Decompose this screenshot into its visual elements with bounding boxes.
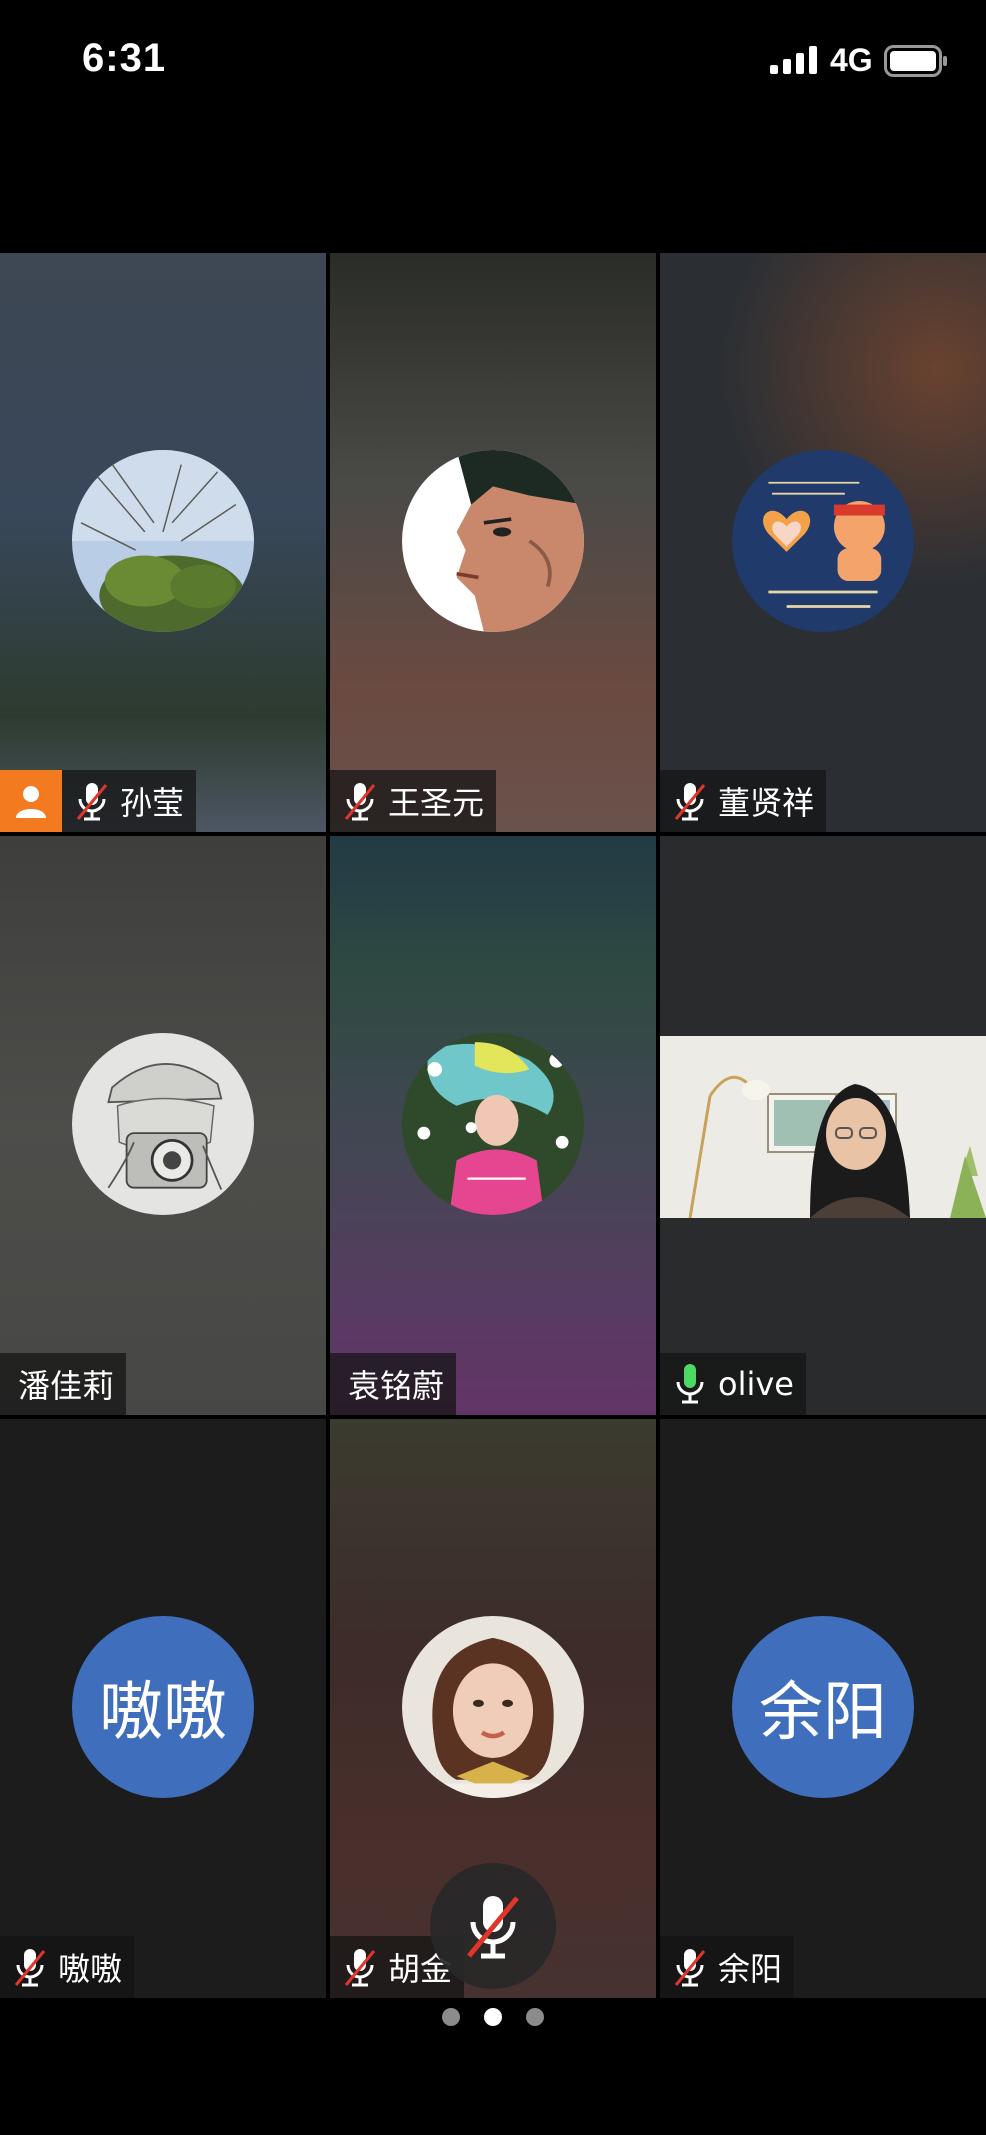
participant-tile[interactable]: 董贤祥	[660, 253, 986, 832]
participant-tile[interactable]: 余阳 余阳	[660, 1419, 986, 1998]
name-tag: 董贤祥	[660, 770, 827, 832]
mic-muted-icon	[340, 779, 380, 823]
name-tag: olive	[660, 1353, 806, 1415]
tree-photo-avatar	[72, 450, 254, 632]
host-badge-icon	[0, 770, 62, 832]
signal-strength-icon	[770, 46, 817, 74]
page-dot[interactable]	[442, 2008, 460, 2026]
girl-photo-avatar	[402, 1616, 584, 1798]
participant-name: 孙莹	[120, 784, 185, 822]
participant-name: 余阳	[718, 1950, 783, 1988]
flower-girl-avatar	[402, 1033, 584, 1215]
participant-grid: 孙莹 王圣元 董贤祥 潘佳莉 袁铭蔚 olive 嗷嗷 嗷嗷 胡金 余阳 余阳	[0, 253, 986, 1998]
clock: 6:31	[82, 36, 167, 80]
participant-name: 袁铭蔚	[348, 1367, 445, 1405]
network-type: 4G	[830, 42, 873, 78]
mic-muted-icon	[670, 779, 710, 823]
sketch-camera-avatar	[72, 1033, 254, 1215]
page-dot[interactable]	[526, 2008, 544, 2026]
name-tag: 孙莹	[0, 770, 197, 832]
name-tag: 王圣元	[330, 770, 497, 832]
mic-muted-icon	[340, 1945, 380, 1989]
participant-tile[interactable]: 王圣元	[330, 253, 656, 832]
initials-avatar: 余阳	[732, 1616, 914, 1798]
cat-heart-avatar	[732, 450, 914, 632]
live-video-feed	[660, 1036, 986, 1218]
page-indicator[interactable]	[0, 2008, 986, 2028]
name-tag: 潘佳莉	[0, 1353, 127, 1415]
mic-muted-icon	[467, 1896, 519, 1959]
mic-muted-icon	[10, 1945, 50, 1989]
participant-name: 潘佳莉	[18, 1367, 115, 1405]
participant-name: 董贤祥	[718, 784, 815, 822]
participant-tile[interactable]: olive	[660, 836, 986, 1415]
cartoon-man-avatar	[402, 450, 584, 632]
participant-name: olive	[718, 1365, 794, 1403]
participant-tile[interactable]: 孙莹	[0, 253, 326, 832]
initials-avatar: 嗷嗷	[72, 1616, 254, 1798]
name-tag: 嗷嗷	[0, 1936, 135, 1998]
participant-tile[interactable]: 袁铭蔚	[330, 836, 656, 1415]
participant-name: 嗷嗷	[58, 1950, 123, 1988]
participant-tile[interactable]: 嗷嗷 嗷嗷	[0, 1419, 326, 1998]
participant-name: 王圣元	[388, 784, 485, 822]
page-dot-active[interactable]	[484, 2008, 502, 2026]
mic-muted-icon	[670, 1945, 710, 1989]
mic-muted-icon	[72, 779, 112, 823]
mute-toggle-button[interactable]	[430, 1863, 556, 1989]
participant-tile[interactable]: 潘佳莉	[0, 836, 326, 1415]
name-tag: 余阳	[660, 1936, 795, 1998]
status-bar: 6:31 4G	[0, 0, 986, 120]
name-tag: 袁铭蔚	[330, 1353, 457, 1415]
mic-active-icon	[670, 1362, 710, 1406]
battery-icon	[884, 45, 947, 77]
